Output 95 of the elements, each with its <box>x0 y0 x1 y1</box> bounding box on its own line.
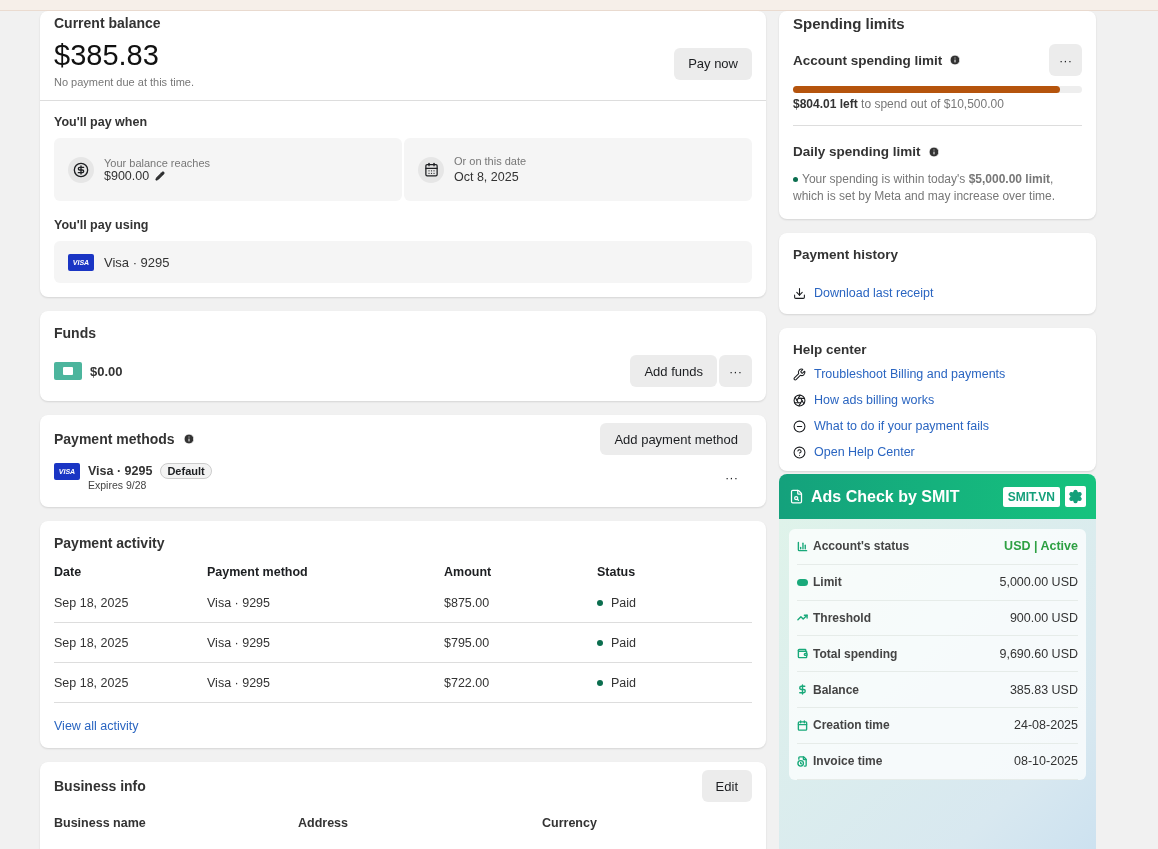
daily-limit-text: Your spending is within today's $5,000.00 limit, which is set by Meta and may increase over time. <box>793 171 1057 205</box>
minus-circle-icon <box>793 419 806 433</box>
chart-icon <box>797 540 808 552</box>
settings-button[interactable] <box>1065 486 1086 507</box>
info-value: USD | Active <box>1004 539 1078 554</box>
section-subtitle: You'll pay using <box>54 218 150 232</box>
section-title: Payment history <box>793 247 900 262</box>
dollar-icon <box>73 161 89 178</box>
more-button[interactable]: ··· <box>711 461 752 493</box>
info-label: Balance <box>813 682 860 697</box>
help-link[interactable]: What to do if your payment fails <box>814 419 990 433</box>
info-label: Invoice time <box>813 754 883 769</box>
date-value: Oct 8, 2025 <box>454 169 519 184</box>
edit-icon <box>155 170 166 181</box>
column-header: Status <box>597 564 637 581</box>
section-title: Funds <box>54 325 97 341</box>
limit-text: $804.01 left to spend out of $10,500.00 <box>793 97 1005 111</box>
section-title: Spending limits <box>793 15 906 32</box>
download-receipt-link[interactable]: Download last receipt <box>814 286 934 300</box>
invoice-icon <box>797 755 808 767</box>
pill-icon <box>797 578 808 586</box>
threshold-value: $900.00 <box>104 168 150 183</box>
info-label: Account's status <box>813 539 910 554</box>
download-icon <box>793 286 806 300</box>
column-header: Amount <box>444 564 493 581</box>
section-subtitle: Daily spending limit <box>793 144 921 159</box>
table-cell: $875.00 <box>444 583 597 623</box>
section-title: Payment activity <box>54 535 166 551</box>
table-cell: Visa · 9295 <box>207 663 444 703</box>
help-icon <box>793 445 806 459</box>
section-title: Help center <box>793 342 868 357</box>
more-button[interactable]: ··· <box>1049 44 1082 76</box>
extension-title: Ads Check by SMIT <box>811 487 960 506</box>
table-cell: $795.00 <box>444 623 597 663</box>
status-text: Paid <box>611 675 637 690</box>
section-title: Payment methods <box>54 431 175 447</box>
column-header: Payment method <box>207 564 309 581</box>
field-label: Your balance reaches <box>104 156 210 169</box>
info-icon <box>927 145 940 158</box>
table-cell: Sep 18, 2025 <box>54 583 207 623</box>
section-subtitle: Account spending limit <box>793 52 943 68</box>
status-dot <box>793 177 798 183</box>
info-value: 08-10-2025 <box>1014 754 1078 769</box>
balance-note: No payment due at this time. <box>54 76 194 88</box>
section-subtitle: You'll pay when <box>54 115 149 129</box>
dollar-icon <box>797 684 808 696</box>
help-link[interactable]: Open Help Center <box>814 445 915 459</box>
settings-icon <box>1068 489 1083 504</box>
info-icon <box>182 433 195 445</box>
card-name: Visa · 9295 <box>88 464 153 478</box>
funds-amount: $0.00 <box>90 363 123 379</box>
status-text: Paid <box>611 595 637 610</box>
default-badge: Default <box>160 463 212 479</box>
info-label: Creation time <box>813 718 890 733</box>
info-value: 5,000.00 USD <box>999 575 1078 590</box>
pay-now-button[interactable]: Pay now <box>674 47 752 80</box>
table-cell: Sep 18, 2025 <box>54 623 207 663</box>
aperture-icon <box>793 393 806 407</box>
table-cell: Visa · 9295 <box>207 583 444 623</box>
table-cell: Sep 18, 2025 <box>54 663 207 703</box>
field-label: Address <box>298 816 350 830</box>
calendar-icon <box>423 162 439 177</box>
table-cell: $722.00 <box>444 663 597 703</box>
info-value: 24-08-2025 <box>1014 718 1078 733</box>
calendar-icon <box>797 719 808 731</box>
card-name: Visa · 9295 <box>104 254 170 270</box>
help-link[interactable]: Troubleshoot Billing and payments <box>814 367 1006 381</box>
info-icon <box>949 54 962 66</box>
info-value: 385.83 USD <box>1009 682 1078 697</box>
add-payment-method-button[interactable]: Add payment method <box>600 423 752 455</box>
view-all-link[interactable]: View all activity <box>54 719 139 733</box>
smit-badge: SMIT.VN <box>1002 486 1060 507</box>
edit-button[interactable]: Edit <box>701 770 752 802</box>
field-label: Currency <box>542 816 598 830</box>
card-expiry: Expires 9/28 <box>88 479 148 491</box>
tools-icon <box>793 367 806 381</box>
section-title: Business info <box>54 778 146 794</box>
column-header: Date <box>54 564 83 581</box>
field-label: Or on this date <box>454 154 527 167</box>
section-title: Current balance <box>54 15 162 31</box>
balance-amount: $385.83 <box>54 39 160 72</box>
more-button[interactable]: ··· <box>719 355 752 387</box>
wallet-icon <box>797 648 808 660</box>
status-text: Paid <box>611 635 637 650</box>
report-icon <box>789 489 804 504</box>
info-label: Total spending <box>813 646 898 661</box>
info-value: 9,690.60 USD <box>999 646 1078 661</box>
info-label: Limit <box>813 575 842 590</box>
field-label: Business name <box>54 816 147 830</box>
table-cell: Visa · 9295 <box>207 623 444 663</box>
help-link[interactable]: How ads billing works <box>814 393 935 407</box>
wallet-icon <box>54 362 82 380</box>
info-label: Threshold <box>813 611 871 625</box>
add-funds-button[interactable]: Add funds <box>630 355 717 387</box>
info-value: 900.00 USD <box>1009 611 1078 625</box>
